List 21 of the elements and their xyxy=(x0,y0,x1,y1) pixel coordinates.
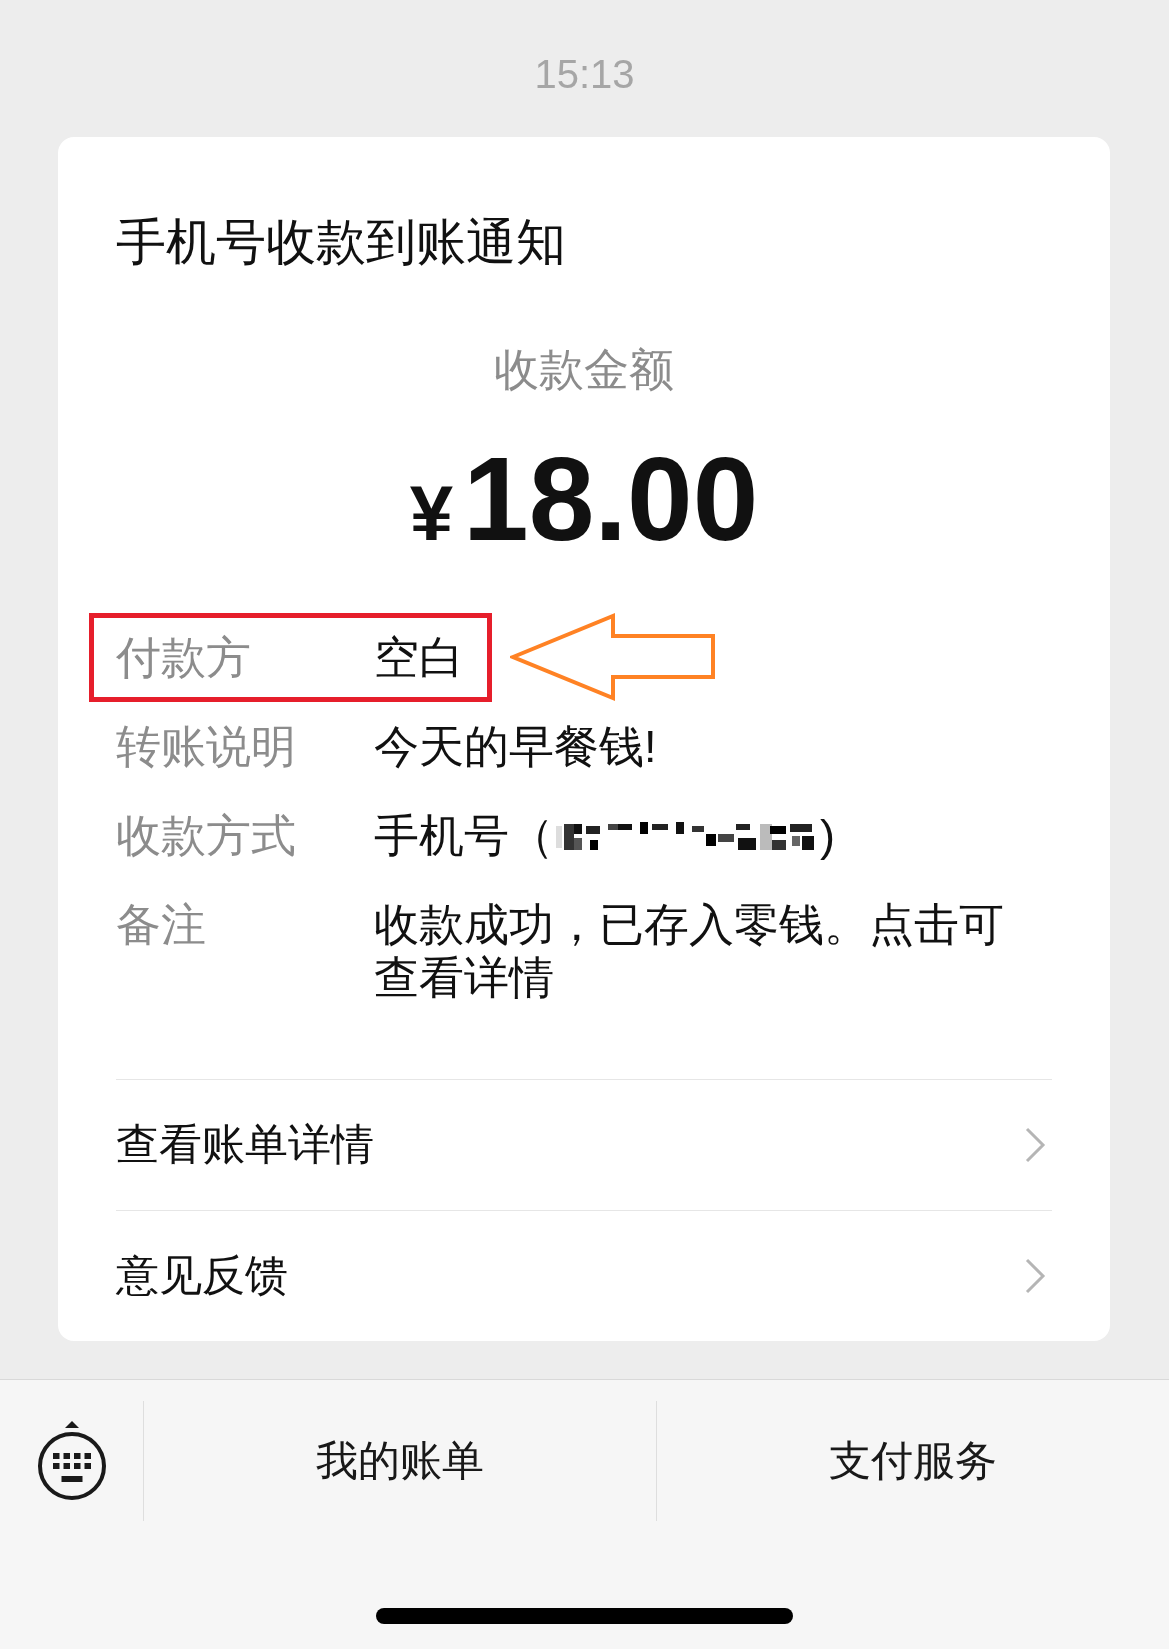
detail-label: 付款方 xyxy=(116,631,252,684)
chevron-icon xyxy=(1024,1127,1046,1163)
detail-label: 收款方式 xyxy=(116,809,297,862)
detail-value: ) xyxy=(820,809,835,862)
amount-label: 收款金额 xyxy=(494,343,674,397)
detail-value: 今天的早餐钱! xyxy=(374,720,657,773)
currency-symbol: ¥ xyxy=(409,468,454,559)
menu-button[interactable]: 我的账单 xyxy=(316,1435,484,1487)
card-title: 手机号收款到账通知 xyxy=(116,213,566,272)
detail-value: 空白 xyxy=(374,631,464,684)
detail-value: 收款成功，已存入零钱。点击可查看详情 xyxy=(374,898,1005,1004)
chevron-icon xyxy=(1024,1258,1046,1294)
detail-value: 手机号（ xyxy=(374,809,554,862)
keyboard-icon[interactable] xyxy=(36,1421,107,1501)
detail-label: 转账说明 xyxy=(116,720,297,773)
menu-link[interactable]: 查看账单详情 xyxy=(116,1079,1052,1210)
amount-value: 18.00 xyxy=(463,434,759,564)
detail-label: 备注 xyxy=(116,898,207,951)
menu-button[interactable]: 支付服务 xyxy=(829,1435,997,1487)
menu-link[interactable]: 意见反馈 xyxy=(116,1210,1052,1341)
message-time: 15:13 xyxy=(534,51,635,98)
